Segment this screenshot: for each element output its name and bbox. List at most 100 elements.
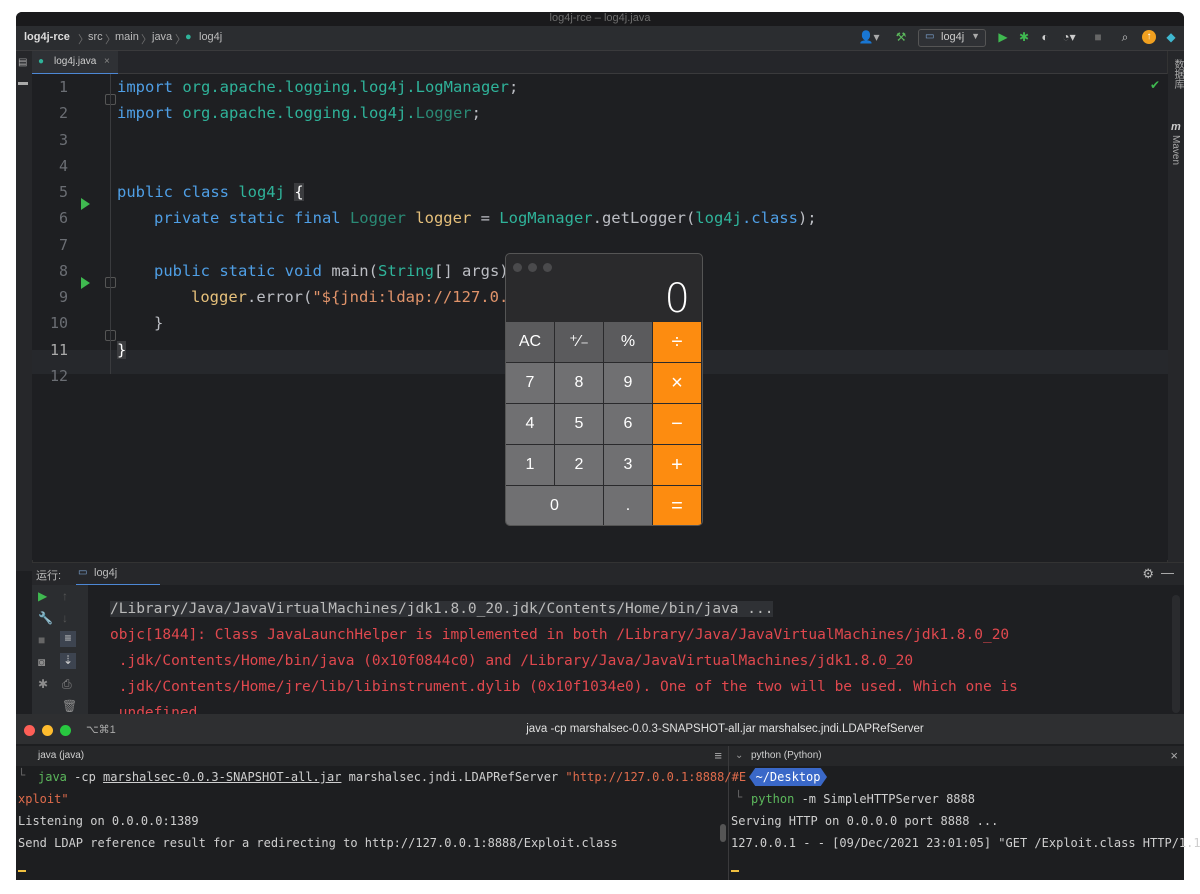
settings-gear-icon[interactable]: ⚙ (1142, 566, 1154, 582)
minimize-button[interactable] (528, 263, 537, 272)
run-tab-label: log4j (94, 567, 118, 579)
calc-key[interactable]: 7 (506, 363, 555, 404)
menu-icon[interactable]: ≡ (714, 746, 722, 766)
breadcrumb-java[interactable]: java (152, 31, 172, 43)
scroll-to-end-icon[interactable]: ⇣ (60, 653, 76, 669)
calc-key[interactable]: 2 (555, 445, 604, 486)
run-label: 运行: (36, 570, 62, 582)
update-icon[interactable]: ↑ (1142, 30, 1156, 44)
run-icon[interactable]: ▶ (996, 30, 1010, 44)
close-button[interactable] (513, 263, 522, 272)
run-tool-header: 运行: ▭ log4j ⚙ — (32, 562, 1184, 586)
breadcrumb-project[interactable]: log4j-rce (24, 31, 70, 43)
code-line-11: } (117, 341, 127, 359)
calc-key[interactable]: − (653, 404, 702, 445)
tab-run-log4j[interactable]: ▭ log4j (76, 563, 160, 586)
search-icon[interactable]: ⌕ (1118, 30, 1132, 44)
run-gutter-icon[interactable] (81, 198, 90, 210)
camera-icon[interactable]: ◙ (38, 655, 45, 669)
calc-key[interactable]: AC (506, 322, 555, 363)
build-hammer-icon[interactable]: ⚒ (894, 30, 908, 44)
print-icon[interactable]: ⎙ (62, 677, 72, 692)
terminal-pane-python[interactable]: ⌄ python (Python) × ~/Desktop └ python -… (729, 746, 1200, 880)
jetbrains-logo-icon[interactable]: ◆ (1164, 30, 1178, 44)
terminal-command-wrap: xploit" (18, 792, 69, 806)
breadcrumb-src[interactable]: src (88, 31, 103, 43)
user-icon[interactable]: 👤▾ (858, 30, 880, 44)
coverage-icon[interactable]: ◐ (1038, 30, 1052, 44)
run-output-panel: ▶ ↑ 🔧 ↓ ■ ≡ ◙ ⇣ ✱ ⎙ 🗑 /Library/Java/Java… (32, 585, 1184, 721)
calc-key[interactable]: % (604, 322, 653, 363)
output-line: .jdk/Contents/Home/bin/java (0x10f0844c0… (110, 653, 914, 669)
calc-key[interactable]: 1 (506, 445, 555, 486)
window-controls (513, 259, 558, 277)
close-icon[interactable]: × (104, 51, 110, 73)
output-line: .jdk/Contents/Home/jre/lib/libinstrument… (110, 679, 1018, 695)
class-icon: ● (185, 31, 192, 43)
run-config-select[interactable]: ▭ log4j ▼ (918, 29, 986, 47)
chevron-down-icon[interactable]: ⌄ (735, 746, 743, 766)
stop-icon[interactable]: ■ (1092, 30, 1104, 44)
calculator-display: 0 (664, 276, 690, 322)
output-line: /Library/Java/JavaVirtualMachines/jdk1.8… (110, 601, 774, 617)
terminal-titlebar: ⌥⌘1 java -cp marshalsec-0.0.3-SNAPSHOT-a… (16, 714, 1184, 744)
up-arrow-icon[interactable]: ↑ (62, 589, 68, 603)
calc-key[interactable]: 6 (604, 404, 653, 445)
line-number: 10 (49, 314, 68, 332)
terminal-output: Listening on 0.0.0.0:1389 (18, 814, 199, 828)
scrollbar[interactable] (1172, 595, 1180, 713)
calc-key[interactable]: 3 (604, 445, 653, 486)
line-number: 8 (58, 262, 68, 280)
trash-icon[interactable]: 🗑 (62, 699, 77, 713)
class-icon: ● (38, 56, 45, 67)
calc-key[interactable]: 5 (555, 404, 604, 445)
breadcrumb-separator: 〉 (141, 34, 152, 46)
code-line-5: public class log4j { (117, 183, 304, 201)
breadcrumb-class[interactable]: log4j (199, 31, 222, 43)
line-number: 5 (58, 183, 68, 201)
down-arrow-icon[interactable]: ↓ (62, 611, 68, 625)
breadcrumb-main[interactable]: main (115, 31, 139, 43)
minimize-icon[interactable]: — (1161, 565, 1174, 580)
terminal-title: java -cp marshalsec-0.0.3-SNAPSHOT-all.j… (526, 723, 924, 735)
calc-key[interactable]: . (604, 486, 653, 525)
bug-icon[interactable]: ✱ (38, 677, 48, 691)
line-number: 6 (58, 209, 68, 227)
stop-icon[interactable]: ■ (38, 633, 45, 647)
calculator-window: 0 AC ⁺∕₋% ÷ 7 8 9 × 4 5 6− 1 2 3 +0. = (505, 253, 703, 526)
folder-icon[interactable]: ▬ (18, 77, 28, 88)
tab-label: log4j.java (54, 56, 97, 67)
inspection-ok-icon[interactable]: ✔ (1150, 78, 1160, 92)
pane-header: java (java) ≡ (16, 746, 728, 766)
calc-key[interactable]: 8 (555, 363, 604, 404)
calc-key[interactable]: ÷ (653, 322, 702, 363)
soft-wrap-icon[interactable]: ≡ (60, 631, 76, 647)
zoom-button[interactable] (543, 263, 552, 272)
debug-bug-icon[interactable]: ✱ (1017, 30, 1031, 44)
calc-key[interactable]: ⁺∕₋ (555, 322, 604, 363)
calc-key[interactable]: 0 (506, 486, 604, 525)
calc-key[interactable]: 4 (506, 404, 555, 445)
wrench-icon[interactable]: 🔧 (38, 611, 53, 625)
code-line-1: import org.apache.logging.log4j.LogManag… (117, 78, 519, 96)
tab-log4j-java[interactable]: ● log4j.java × (32, 51, 118, 75)
terminal-pane-java[interactable]: java (java) ≡ └ java -cp marshalsec-0.0.… (16, 746, 746, 880)
run-gutter-icon[interactable] (81, 277, 90, 289)
calc-key[interactable]: = (653, 486, 702, 525)
navigation-bar: log4j-rce 〉 src 〉 main 〉 java 〉 ● log4j … (16, 26, 1184, 51)
line-number: 12 (49, 367, 68, 385)
line-number: 4 (58, 157, 68, 175)
code-line-6: private static final Logger logger = Log… (154, 209, 817, 227)
calc-key[interactable]: × (653, 363, 702, 404)
maven-tool[interactable]: Maven (1170, 135, 1181, 165)
close-icon[interactable]: × (1170, 746, 1178, 766)
rerun-icon[interactable]: ▶ (38, 589, 47, 603)
pane-header: ⌄ python (Python) × (729, 746, 1184, 766)
profiler-icon[interactable]: ◔▾ (1058, 30, 1080, 44)
project-tool-icon[interactable]: ▤ (18, 57, 27, 68)
calc-key[interactable]: + (653, 445, 702, 486)
database-tool[interactable]: 数据库 (1170, 59, 1184, 89)
scrollbar[interactable] (720, 824, 726, 842)
calc-key[interactable]: 9 (604, 363, 653, 404)
line-number: 3 (58, 131, 68, 149)
